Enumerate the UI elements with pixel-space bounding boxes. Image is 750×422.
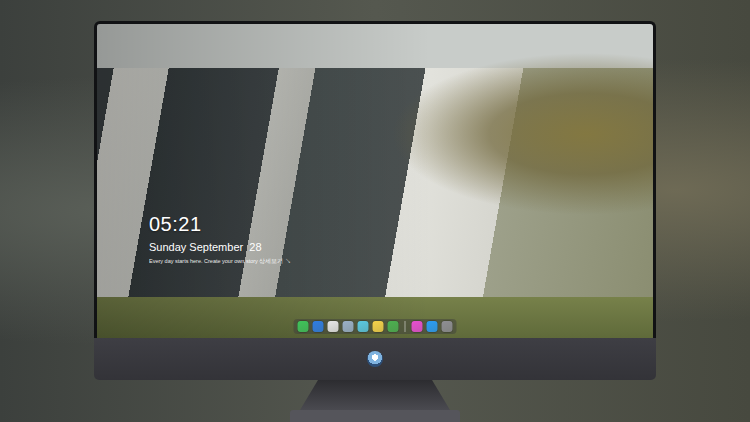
app-icon[interactable] [343, 321, 354, 332]
app-icon[interactable] [373, 321, 384, 332]
clock-date: Sunday September 28 [149, 240, 653, 254]
monitor: 05:21 Sunday September 28 Every day starts… [94, 21, 656, 380]
monitor-base [290, 410, 460, 422]
app-icon[interactable] [442, 321, 453, 332]
app-icon[interactable] [298, 321, 309, 332]
wallpaper-photo [97, 24, 653, 338]
app-icon[interactable] [328, 321, 339, 332]
dock-separator [405, 321, 406, 332]
clock-time: 05:21 [149, 213, 653, 235]
monitor-stand [300, 380, 450, 410]
lock-caption: Every day starts here. Create your own s… [149, 258, 653, 265]
mockup-stage: 05:21 Sunday September 28 Every day starts… [0, 0, 750, 422]
app-icon[interactable] [358, 321, 369, 332]
monitor-chin [94, 338, 656, 380]
dock [294, 319, 457, 334]
app-icon[interactable] [412, 321, 423, 332]
lock-info: 05:21 Sunday September 28 Every day starts… [97, 24, 653, 265]
app-icon[interactable] [427, 321, 438, 332]
app-icon[interactable] [388, 321, 399, 332]
app-icon[interactable] [313, 321, 324, 332]
lock-screen[interactable]: 05:21 Sunday September 28 Every day starts… [94, 21, 656, 338]
brand-logo-icon [367, 351, 383, 367]
